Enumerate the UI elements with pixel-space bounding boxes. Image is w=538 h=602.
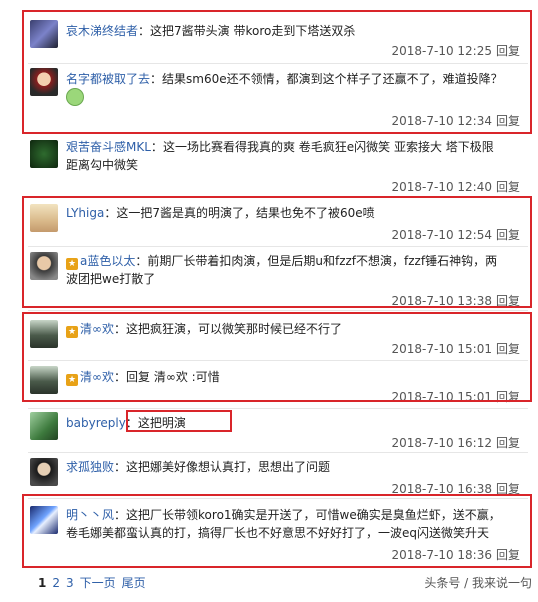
watermark: 头条号 / 我来说一句: [424, 576, 532, 590]
comment-text: 这把娜美好像想认真打，思想出了问题: [126, 460, 331, 474]
highlight-box: [22, 10, 532, 134]
comment-item: babyreply：这把明演 2018-7-10 16:12 回复: [28, 410, 524, 450]
divider: [28, 408, 528, 409]
timestamp: 2018-7-10 12:40: [391, 180, 492, 194]
username-link[interactable]: babyreply: [66, 416, 126, 430]
pagination: 1 2 3 下一页 尾页: [38, 574, 152, 591]
divider: [28, 310, 528, 311]
last-page-link[interactable]: 尾页: [122, 576, 146, 590]
comment-text: 这一场比赛看得我真的爽 卷毛疯狂e闪微笑 亚索接大 塔下极限: [162, 140, 494, 154]
highlight-box: [22, 196, 532, 308]
highlight-box: [22, 312, 532, 402]
comment-item: 求孤独败：这把娜美好像想认真打，思想出了问题 2018-7-10 16:38 回复: [28, 456, 524, 496]
avatar[interactable]: [30, 458, 58, 486]
page-2-link[interactable]: 2: [52, 576, 60, 590]
highlight-box: [126, 410, 232, 432]
colon: ：: [114, 460, 127, 474]
reply-button[interactable]: 回复: [496, 436, 520, 450]
comment-line: 艰苦奋斗感MKL：这一场比赛看得我真的爽 卷毛疯狂e闪微笑 亚索接大 塔下极限: [66, 138, 494, 156]
comment-text-cont: 距离勾中微笑: [66, 158, 139, 172]
comment-meta: 2018-7-10 12:40 回复: [391, 178, 520, 195]
divider: [28, 452, 528, 453]
reply-button[interactable]: 回复: [496, 180, 520, 194]
comment-line: 求孤独败：这把娜美好像想认真打，思想出了问题: [66, 458, 330, 476]
avatar[interactable]: [30, 412, 58, 440]
username-link[interactable]: 求孤独败: [66, 460, 114, 474]
highlight-box: [22, 494, 532, 568]
username-link[interactable]: 艰苦奋斗感MKL: [66, 140, 151, 154]
comment-meta: 2018-7-10 16:12 回复: [391, 434, 520, 451]
colon: ：: [150, 140, 163, 154]
timestamp: 2018-7-10 16:12: [391, 436, 492, 450]
avatar[interactable]: [30, 140, 58, 168]
next-page-link[interactable]: 下一页: [80, 576, 116, 590]
page-3-link[interactable]: 3: [66, 576, 74, 590]
comment-item: 艰苦奋斗感MKL：这一场比赛看得我真的爽 卷毛疯狂e闪微笑 亚索接大 塔下极限 …: [28, 138, 524, 194]
page-1-link[interactable]: 1: [38, 576, 46, 590]
